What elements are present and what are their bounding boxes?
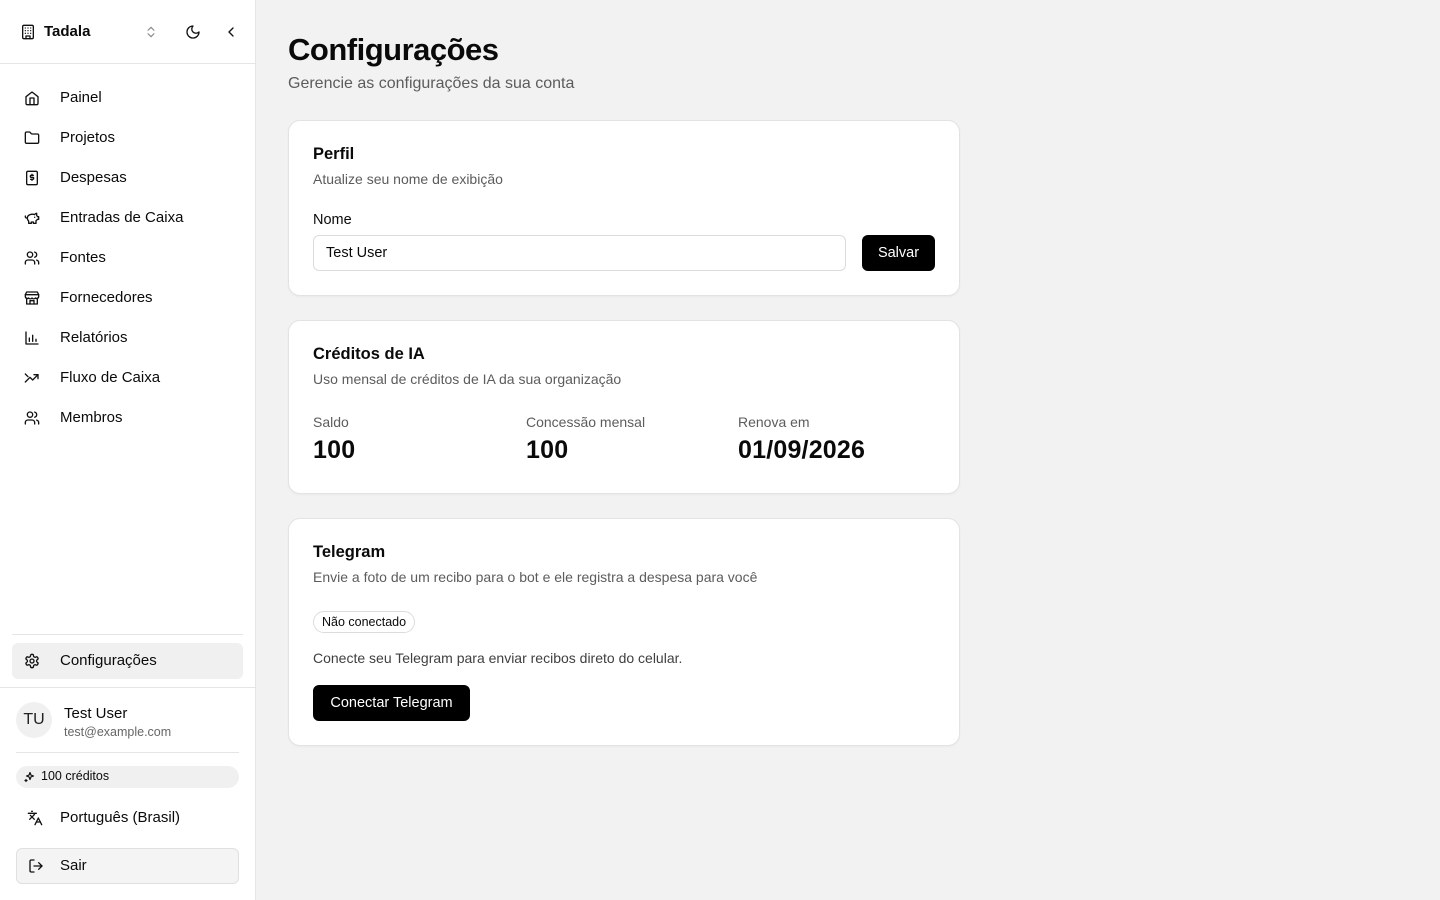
receipt-icon [24,170,40,186]
sidebar-item-configuracoes[interactable]: Configurações [12,643,243,679]
sidebar-item-fornecedores[interactable]: Fornecedores [12,280,243,316]
user-divider [16,752,239,753]
translate-icon [26,810,44,826]
stat-value: 100 [526,436,569,464]
stat-label: Concessão mensal [526,414,646,430]
folder-icon [24,130,40,146]
page-subtitle: Gerencie as configurações da sua conta [288,75,575,92]
logout-icon [28,858,44,874]
stat-label: Saldo [313,414,349,430]
moon-icon [185,24,201,40]
store-icon [24,290,40,306]
sidebar-item-despesas[interactable]: Despesas [12,160,243,196]
sidebar-item-membros[interactable]: Membros [12,400,243,436]
ai-credits-description: Uso mensal de créditos de IA da sua orga… [313,371,622,387]
org-name: Tadala [44,23,91,40]
user-menu[interactable]: TU Test User test@example.com [16,702,238,742]
stat-value: 01/09/2026 [738,436,866,464]
telegram-card-description: Envie a foto de um recibo para o bot e e… [313,569,758,585]
user-name: Test User [64,705,128,722]
sidebar-item-fluxo-de-caixa[interactable]: Fluxo de Caixa [12,360,243,396]
org-switcher[interactable]: Tadala [12,14,162,50]
logout-button[interactable]: Sair [16,848,239,884]
sidebar-footer-divider [0,687,255,688]
stat-label: Renova em [738,414,810,430]
sidebar-item-label: Configurações [60,652,157,669]
sidebar-item-label: Despesas [60,169,127,186]
stat-renewal-date: Renova em 01/09/2026 [738,414,865,465]
sidebar-divider [12,634,243,635]
name-field-label: Nome [313,212,352,228]
sidebar-item-relatorios[interactable]: Relatórios [12,320,243,356]
org-header: Tadala [0,0,255,64]
stat-value: 100 [313,436,356,464]
bar-chart-icon [24,330,40,346]
language-selector[interactable]: Português (Brasil) [16,800,239,836]
building-icon [20,24,36,40]
profile-card: Perfil Atualize seu nome de exibição Nom… [288,120,960,296]
sidebar-item-label: Fornecedores [60,289,153,306]
page-title: Configurações [288,32,499,67]
ai-credits-title: Créditos de IA [313,345,425,363]
credits-badge: 100 créditos [16,766,239,788]
sparkles-icon [24,771,36,783]
user-email: test@example.com [64,725,172,739]
sidebar-item-label: Membros [60,409,123,426]
chevrons-up-down-icon [144,24,158,40]
users-icon [24,410,40,426]
sidebar-item-label: Relatórios [60,329,128,346]
telegram-card: Telegram Envie a foto de um recibo para … [288,518,960,746]
sidebar-item-label: Fontes [60,249,106,266]
name-field[interactable] [313,235,846,271]
home-icon [24,90,40,106]
sidebar-item-label: Painel [60,89,102,106]
save-button[interactable]: Salvar [862,235,935,271]
connect-telegram-button[interactable]: Conectar Telegram [313,685,470,721]
sidebar-item-entradas-de-caixa[interactable]: Entradas de Caixa [12,200,243,236]
status-badge: Não conectado [313,611,416,633]
stat-monthly-grant: Concessão mensal 100 [526,414,645,465]
ai-credits-card: Créditos de IA Uso mensal de créditos de… [288,320,960,494]
collapse-sidebar-button[interactable] [217,18,245,46]
language-label: Português (Brasil) [60,809,181,826]
sidebar-item-label: Fluxo de Caixa [60,369,161,386]
users-icon [24,250,40,266]
gear-icon [24,653,40,669]
sidebar-item-projetos[interactable]: Projetos [12,120,243,156]
theme-toggle-button[interactable] [179,18,207,46]
profile-card-title: Perfil [313,145,355,163]
sidebar: Tadala Painel Projetos Despesas Entradas… [0,0,256,900]
telegram-info-text: Conecte seu Telegram para enviar recibos… [313,650,683,666]
credits-label: 100 créditos [41,769,110,783]
sidebar-item-painel[interactable]: Painel [12,80,243,116]
avatar: TU [16,702,52,738]
chevron-left-icon [223,24,239,40]
trend-icon [24,370,40,386]
stat-balance: Saldo 100 [313,414,355,465]
piggy-bank-icon [24,210,40,226]
sidebar-item-label: Entradas de Caixa [60,209,184,226]
profile-card-description: Atualize seu nome de exibição [313,171,503,187]
telegram-card-title: Telegram [313,543,386,561]
logout-label: Sair [60,857,87,874]
sidebar-item-label: Projetos [60,129,116,146]
sidebar-item-fontes[interactable]: Fontes [12,240,243,276]
